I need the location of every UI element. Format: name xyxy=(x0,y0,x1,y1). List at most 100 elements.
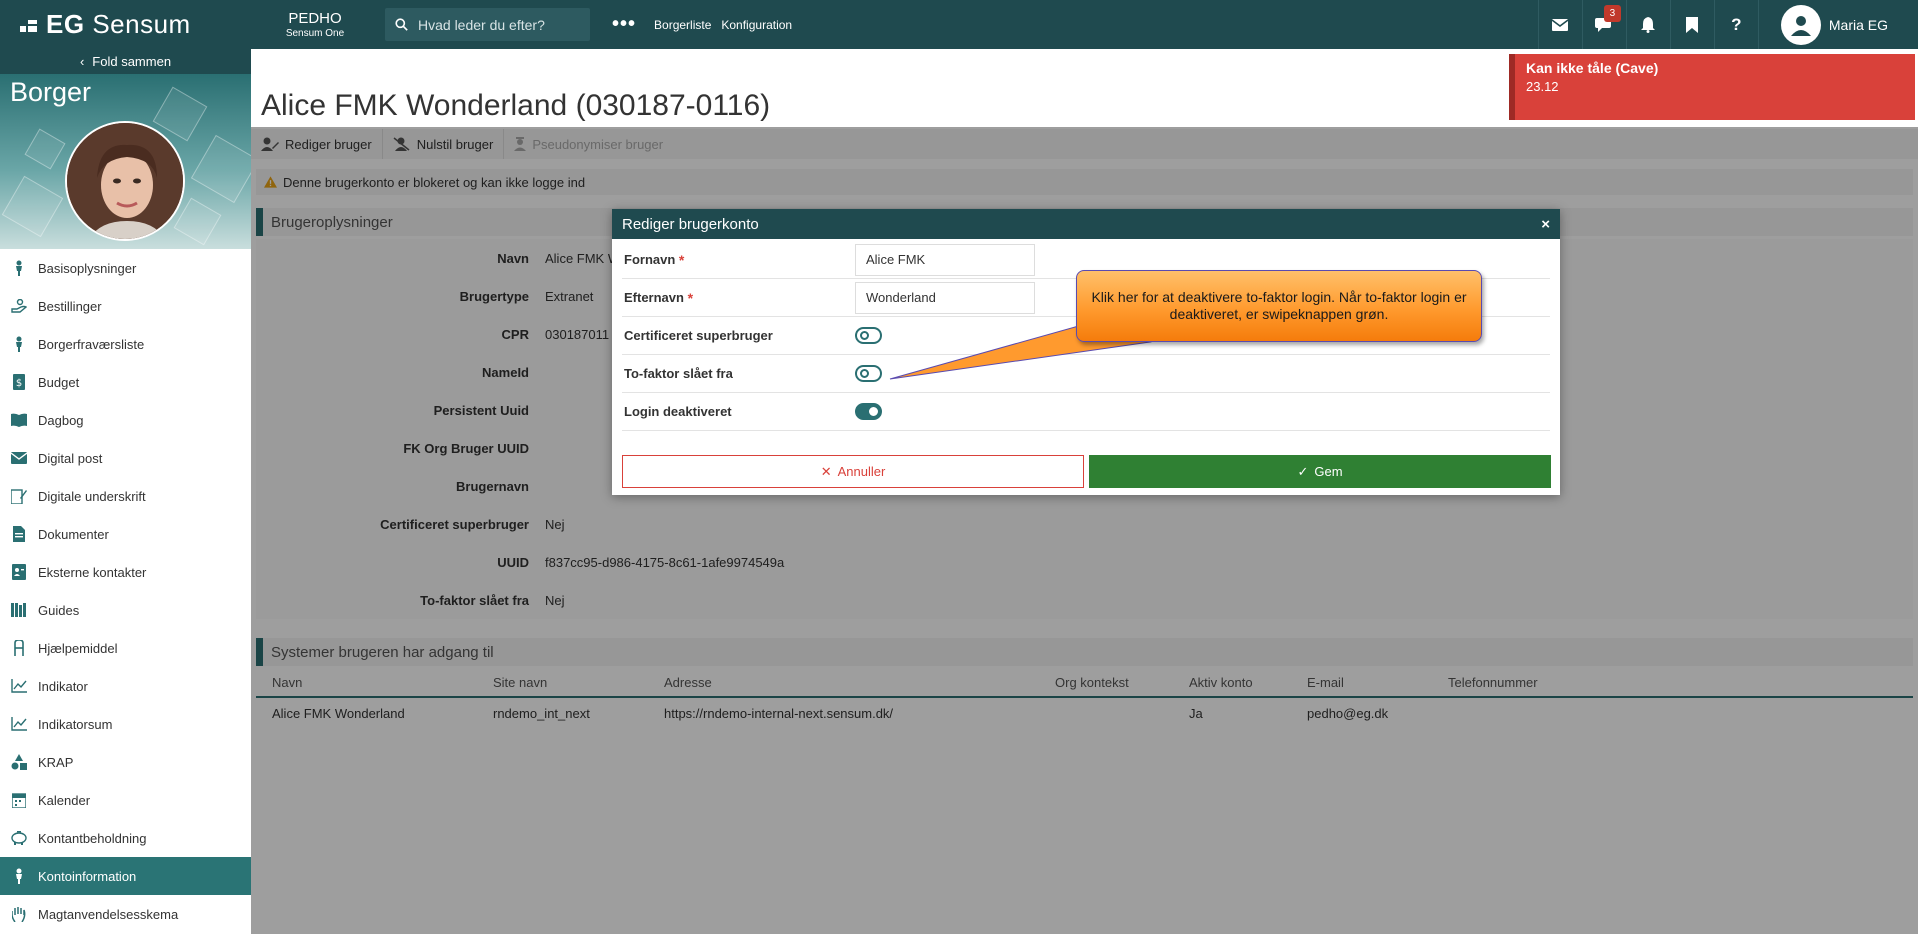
walker-icon xyxy=(10,640,28,656)
dialog-header: Rediger brugerkonto × xyxy=(612,209,1560,239)
sidebar-item-label: Hjælpemiddel xyxy=(38,640,118,656)
line-chart-icon xyxy=(10,679,28,693)
search-box[interactable]: Hvad leder du efter? xyxy=(385,8,590,41)
signature-icon xyxy=(10,488,28,504)
person-icon xyxy=(10,868,28,884)
sidebar-item-guides[interactable]: Guides xyxy=(0,591,251,629)
org-name: PEDHO xyxy=(288,9,342,27)
sidebar-item-kalender[interactable]: Kalender xyxy=(0,781,251,819)
twofactor-label: To-faktor slået fra xyxy=(624,366,733,381)
sidebar-item-hjælpemiddel[interactable]: Hjælpemiddel xyxy=(0,629,251,667)
fornavn-field[interactable]: Alice FMK xyxy=(855,243,1035,276)
user-name: Maria EG xyxy=(1828,16,1888,33)
dialog-title: Rediger brugerkonto xyxy=(622,215,759,233)
twofactor-toggle[interactable] xyxy=(855,365,882,382)
sidebar-item-budget[interactable]: $ Budget xyxy=(0,363,251,401)
sidebar-item-label: Indikator xyxy=(38,678,88,694)
sidebar-item-indikator[interactable]: Indikator xyxy=(0,667,251,705)
hand-icon xyxy=(10,299,28,313)
org-sub: Sensum One xyxy=(285,27,345,39)
sidebar-item-kontoinformation[interactable]: Kontoinformation xyxy=(0,857,251,895)
check-icon: ✓ xyxy=(1297,463,1309,479)
cert-superuser-label: Certificeret superbruger xyxy=(624,328,773,343)
money-icon: $ xyxy=(10,374,28,390)
top-bar: EG Sensum PEDHO Sensum One Hvad leder du… xyxy=(0,0,1918,49)
person-icon xyxy=(10,336,28,352)
sidebar-item-basisoplysninger[interactable]: Basisoplysninger xyxy=(0,249,251,287)
fold-sidebar-button[interactable]: ‹ Fold sammen xyxy=(0,49,251,74)
sidebar-item-magtanvendelsesskema[interactable]: Magtanvendelsesskema xyxy=(0,895,251,933)
required-mark: * xyxy=(678,251,685,268)
sidebar-item-digital-post[interactable]: Digital post xyxy=(0,439,251,477)
bookmarks-button[interactable] xyxy=(1669,0,1714,49)
edit-account-dialog: Rediger brugerkonto × Fornavn * Alice FM… xyxy=(612,209,1560,495)
sidebar-item-dokumenter[interactable]: Dokumenter xyxy=(0,515,251,553)
logo-mark-icon xyxy=(20,16,38,34)
mail-button[interactable] xyxy=(1537,0,1582,49)
user-avatar-icon xyxy=(1780,4,1821,45)
svg-text:$: $ xyxy=(16,378,22,389)
citizen-photo xyxy=(65,121,185,241)
tutorial-callout: Klik her for at deaktivere to-faktor log… xyxy=(1076,270,1482,342)
citizen-header: Borger xyxy=(0,74,251,249)
cancel-button[interactable]: ✕ Annuller xyxy=(622,455,1084,488)
sidebar-item-label: Kontantbeholdning xyxy=(38,830,147,846)
efternavn-field[interactable]: Wonderland xyxy=(855,281,1035,314)
hand-stop-icon xyxy=(10,906,28,922)
login-disabled-row: Login deaktiveret xyxy=(622,393,1550,431)
cert-superuser-toggle[interactable] xyxy=(855,327,882,344)
required-mark: * xyxy=(687,289,694,306)
cancel-label: Annuller xyxy=(837,464,886,479)
nav-konfiguration[interactable]: Konfiguration xyxy=(721,18,792,32)
line-chart-icon xyxy=(10,717,28,731)
sidebar-item-kontantbeholdning[interactable]: Kontantbeholdning xyxy=(0,819,251,857)
fold-label: Fold sammen xyxy=(92,54,172,69)
more-menu-icon[interactable]: ••• xyxy=(612,13,636,36)
login-disabled-toggle[interactable] xyxy=(855,403,882,420)
notifications-button[interactable] xyxy=(1625,0,1670,49)
sidebar-item-bestillinger[interactable]: Bestillinger xyxy=(0,287,251,325)
cave-value: 23.12 xyxy=(1526,79,1559,94)
shapes-icon xyxy=(10,754,28,770)
close-icon: ✕ xyxy=(820,463,832,479)
close-icon[interactable]: × xyxy=(1541,216,1550,233)
sidebar-item-digitale-underskrift[interactable]: Digitale underskrift xyxy=(0,477,251,515)
search-input[interactable]: Hvad leder du efter? xyxy=(418,17,545,33)
books-icon xyxy=(10,603,28,617)
sidebar-item-krap[interactable]: KRAP xyxy=(0,743,251,781)
bookmark-icon xyxy=(1686,16,1699,33)
user-menu[interactable]: Maria EG xyxy=(1757,0,1918,49)
save-button[interactable]: ✓ Gem xyxy=(1089,455,1551,488)
nav-borgerliste[interactable]: Borgerliste xyxy=(654,18,711,32)
bell-icon xyxy=(1641,16,1656,33)
chevron-left-icon: ‹ xyxy=(79,54,85,69)
piggy-bank-icon xyxy=(10,831,28,845)
sidebar-item-label: Digital post xyxy=(38,450,103,466)
sidebar-item-borgerfraværsliste[interactable]: Borgerfraværsliste xyxy=(0,325,251,363)
messages-button[interactable]: 3 xyxy=(1581,0,1626,49)
page-title: Alice FMK Wonderland (030187-0116) xyxy=(261,89,771,122)
sidebar-item-dagbog[interactable]: Dagbog xyxy=(0,401,251,439)
fornavn-label: Fornavn * xyxy=(624,251,685,268)
sidebar-item-label: Kalender xyxy=(38,792,91,808)
org-selector[interactable]: PEDHO Sensum One xyxy=(250,10,380,40)
sidebar-item-label: Dokumenter xyxy=(38,526,109,542)
help-button[interactable]: ? xyxy=(1713,0,1758,49)
cave-title: Kan ikke tåle (Cave) xyxy=(1526,60,1659,76)
sidebar-item-label: Digitale underskrift xyxy=(38,488,146,504)
sidebar-item-label: Magtanvendelsesskema xyxy=(38,906,179,922)
eg-sensum-logo[interactable]: EG Sensum xyxy=(0,0,250,49)
envelope-icon xyxy=(1552,18,1569,31)
sidebar-menu: Basisoplysninger Bestillinger Borgerfravær… xyxy=(0,249,251,933)
sidebar: ‹ Fold sammen Borger Basisoplysninger Bes… xyxy=(0,49,251,934)
sidebar-item-indikatorsum[interactable]: Indikatorsum xyxy=(0,705,251,743)
sidebar-item-label: Basisoplysninger xyxy=(38,260,137,276)
sidebar-item-label: Bestillinger xyxy=(38,298,102,314)
login-disabled-label: Login deaktiveret xyxy=(624,404,732,419)
sidebar-item-label: KRAP xyxy=(38,754,74,770)
twofactor-row: To-faktor slået fra xyxy=(622,355,1550,393)
cave-alert[interactable]: Kan ikke tåle (Cave) 23.12 xyxy=(1509,54,1915,120)
calendar-icon xyxy=(10,792,28,808)
book-icon xyxy=(10,413,28,427)
sidebar-item-eksterne-kontakter[interactable]: Eksterne kontakter xyxy=(0,553,251,591)
